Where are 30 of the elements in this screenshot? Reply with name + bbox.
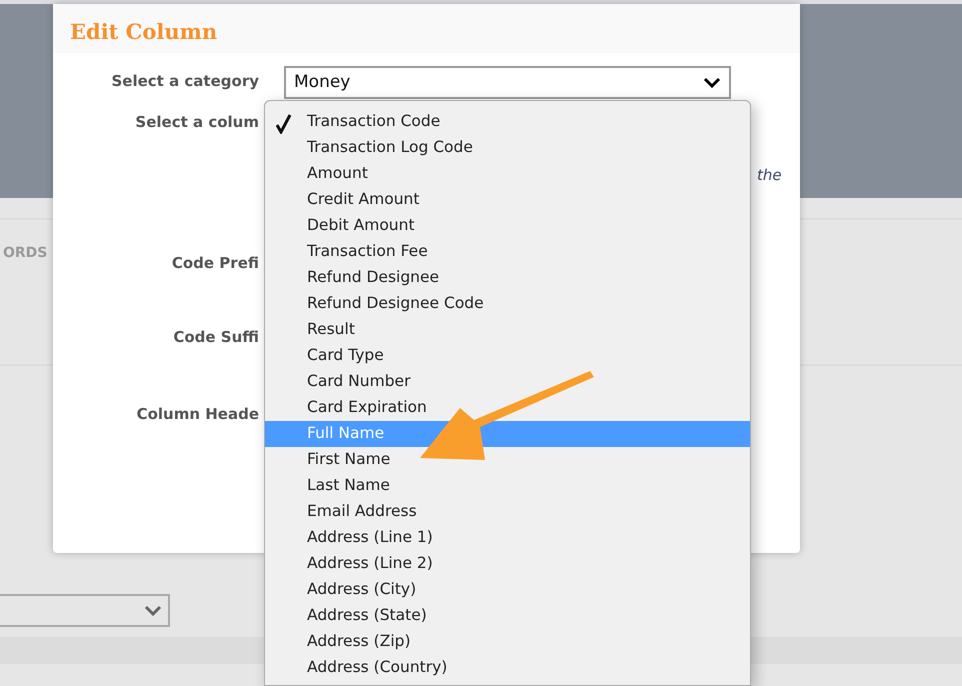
menu-item[interactable]: First Name [265, 447, 750, 473]
menu-item[interactable]: Transaction Log Code [265, 135, 750, 161]
menu-item[interactable]: Credit Amount [265, 187, 750, 213]
menu-item[interactable]: Card Expiration [265, 395, 750, 421]
category-select[interactable]: Money [284, 66, 731, 99]
menu-item[interactable]: Result [265, 317, 750, 343]
section-label: ORDS [3, 245, 48, 261]
field-label: Column Heade [136, 404, 259, 424]
menu-item[interactable]: Refund Designee Code [265, 291, 750, 317]
menu-item[interactable]: Address (Line 2) [265, 551, 750, 577]
menu-item[interactable]: Debit Amount [265, 213, 750, 239]
menu-item[interactable]: Address (Zip) [265, 629, 750, 655]
menu-item[interactable]: Refund Designee [265, 265, 750, 291]
field-label: Select a category [110, 71, 259, 92]
menu-item[interactable]: Card Number [265, 369, 750, 395]
menu-item[interactable]: Amount [265, 161, 750, 187]
menu-item[interactable]: Transaction Code [265, 109, 750, 135]
menu-item[interactable]: Address (Line 1) [265, 525, 750, 551]
menu-item[interactable]: Address (Country) [265, 655, 750, 681]
menu-item[interactable]: Email Address [265, 499, 750, 525]
field-label: Select a colum [134, 112, 259, 133]
menu-item[interactable]: Last Name [265, 473, 750, 499]
menu-item[interactable]: Address (State) [265, 603, 750, 629]
menu-item[interactable]: Transaction Fee [265, 239, 750, 265]
menu-item[interactable]: Card Type [265, 343, 750, 369]
menu-item[interactable]: Address (City) [265, 577, 750, 603]
field-label: Code Suffi [172, 327, 259, 348]
hint-text: the [757, 165, 782, 186]
field-label: Code Prefi [170, 252, 259, 274]
dialog-title: Edit Column [70, 19, 218, 44]
